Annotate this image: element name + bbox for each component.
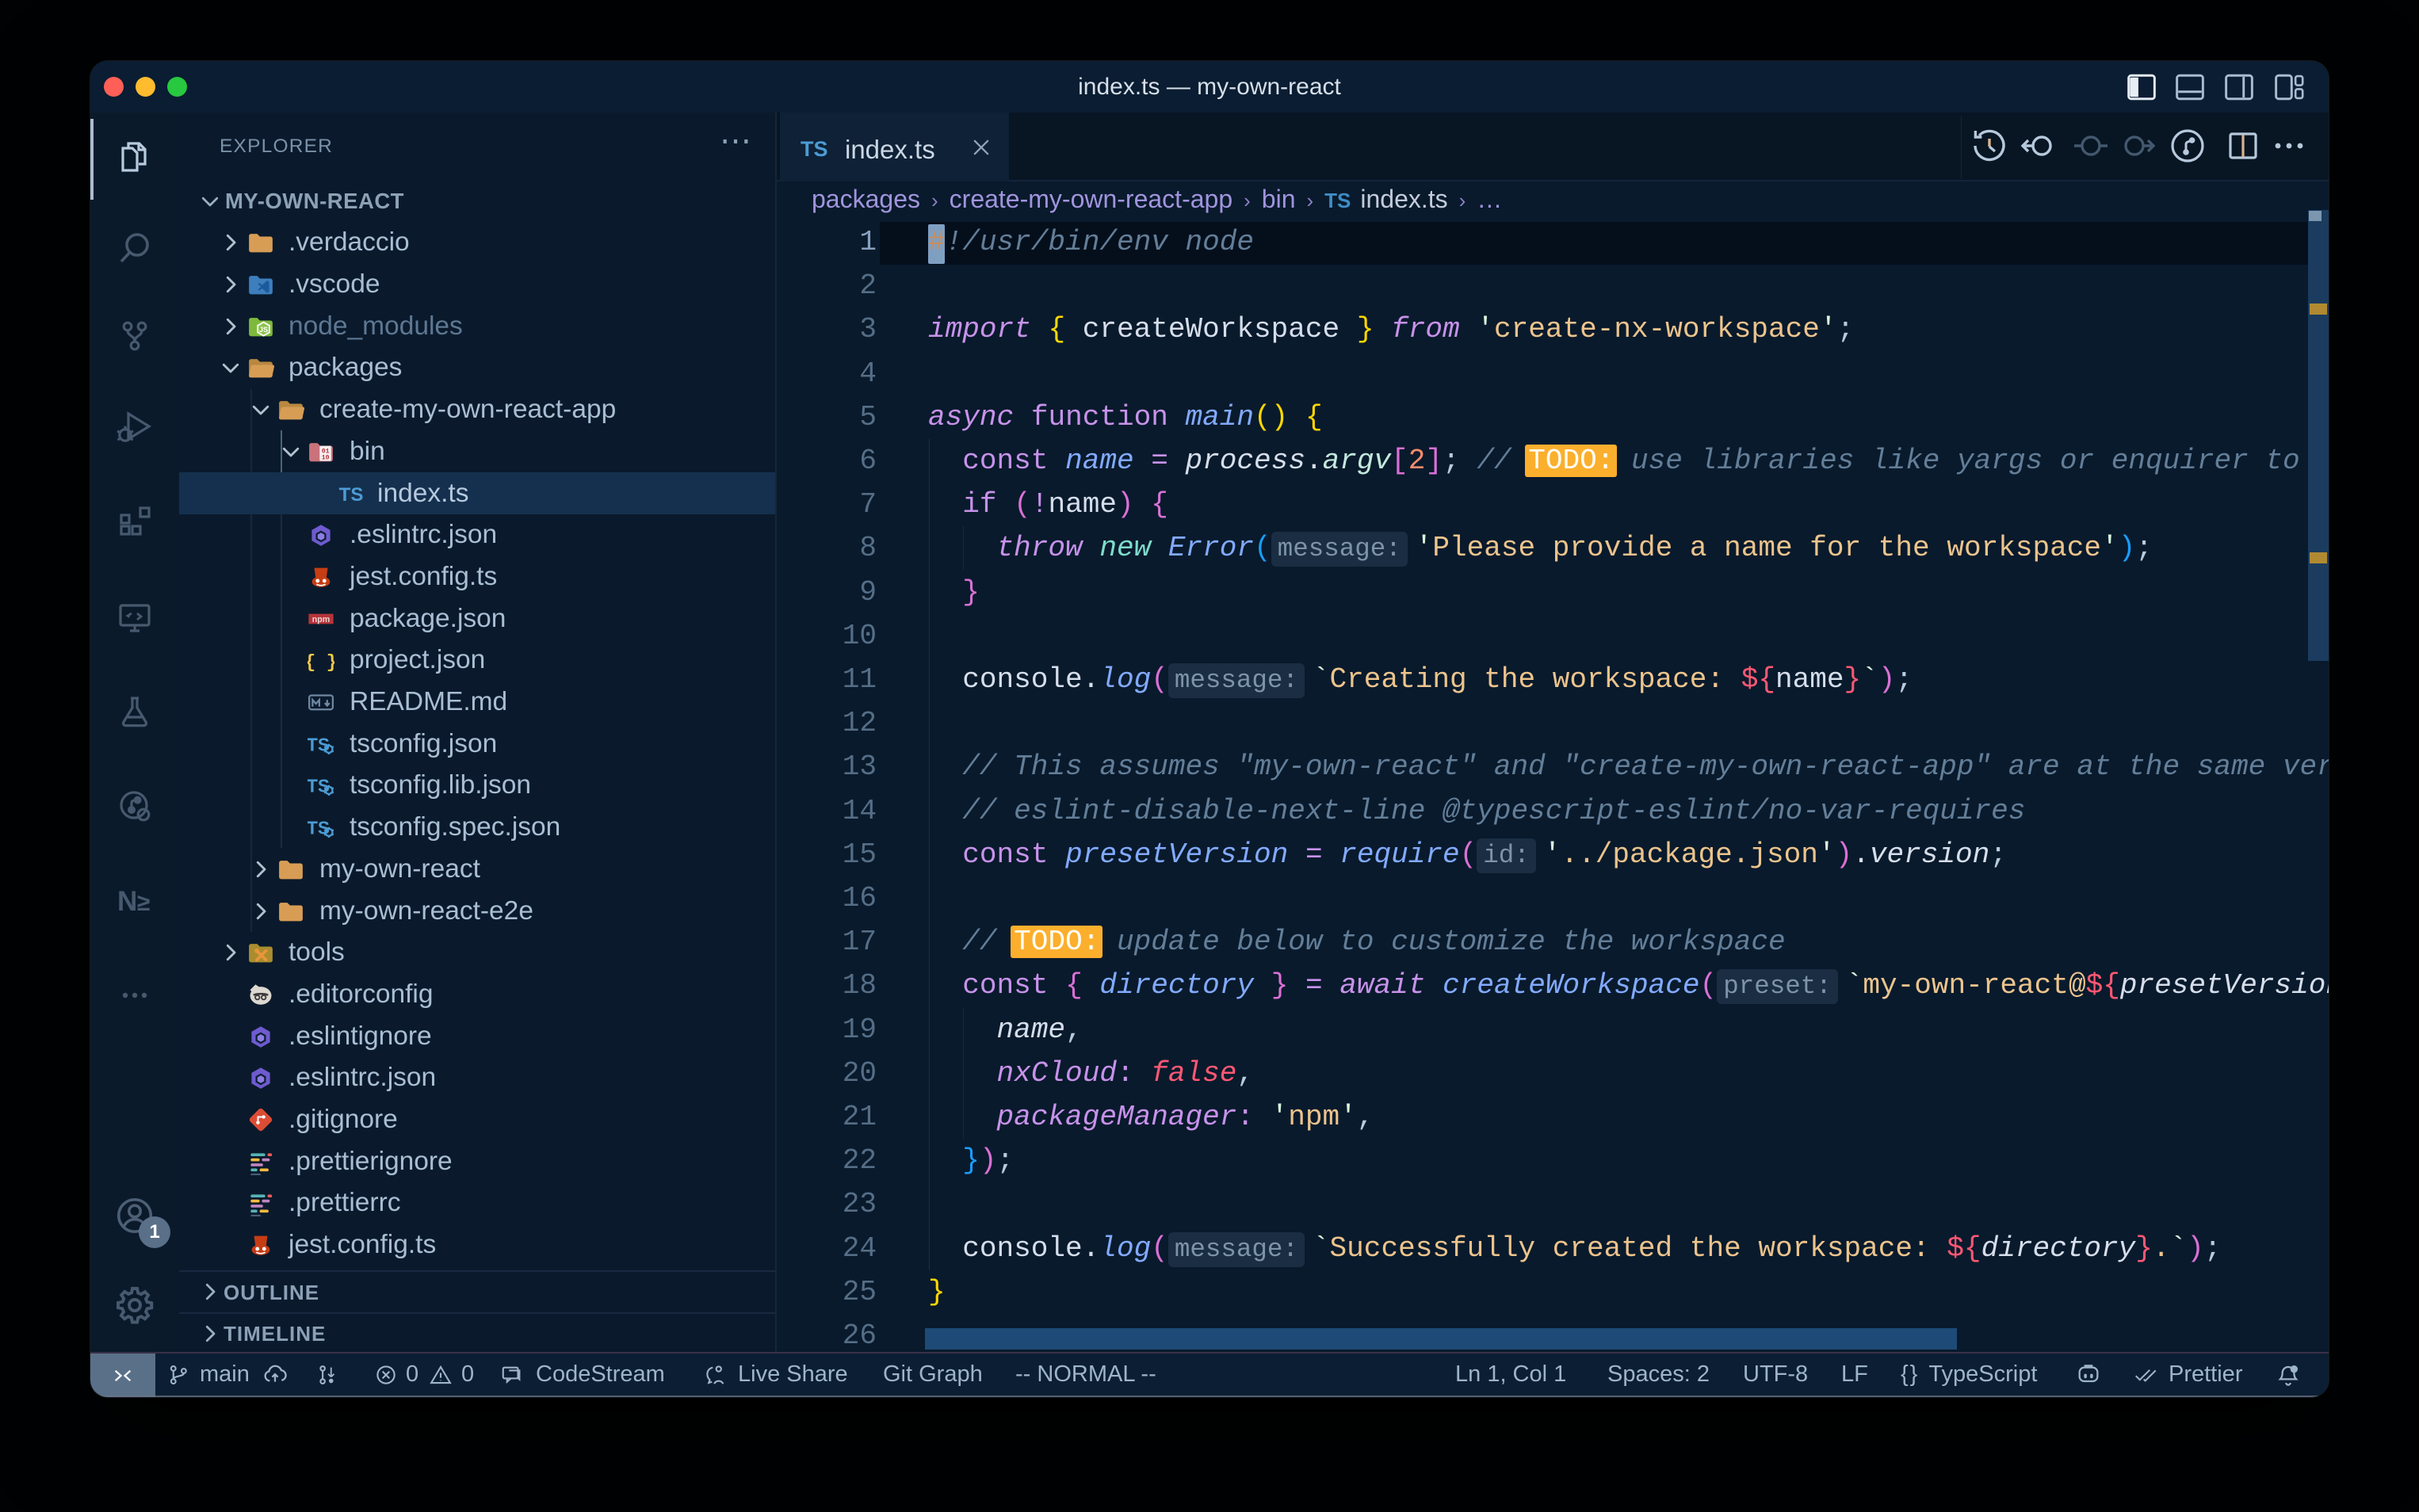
svg-text:TS: TS	[339, 484, 364, 506]
svg-text:JS: JS	[259, 326, 268, 334]
svg-text:N: N	[117, 886, 137, 917]
svg-text:{ }: { }	[308, 653, 334, 674]
svg-text:10: 10	[322, 454, 330, 461]
svg-text:≥: ≥	[137, 890, 150, 916]
svg-text:npm: npm	[312, 615, 330, 624]
